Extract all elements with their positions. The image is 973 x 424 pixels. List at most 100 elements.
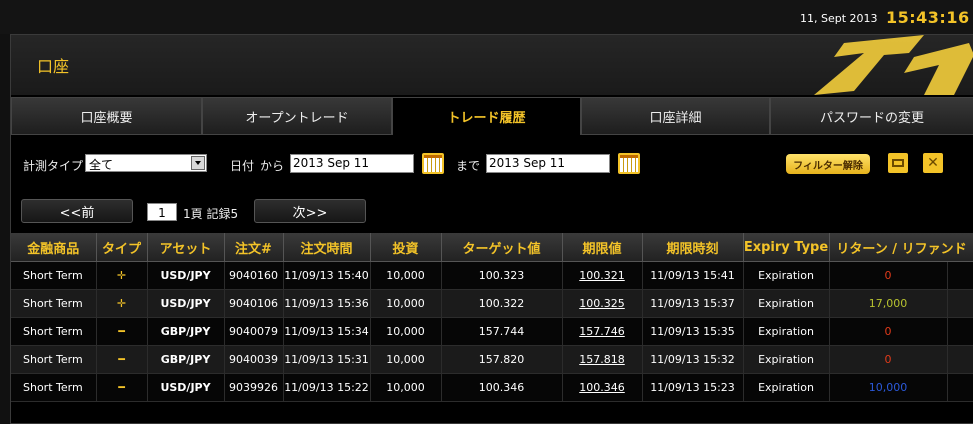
return-cell-text: 0 [884, 325, 892, 338]
panel-header: 口座 [11, 35, 973, 95]
order-number-cell-text: 9040106 [229, 297, 278, 310]
asset-cell-text: USD/JPY [160, 381, 211, 394]
expiry-value-cell[interactable]: 100.346 [562, 373, 643, 402]
type-select[interactable]: 全て [85, 154, 207, 172]
investment-cell-text: 10,000 [386, 325, 425, 338]
chevron-down-icon[interactable] [191, 156, 205, 170]
investment-cell-text: 10,000 [386, 353, 425, 366]
excel-export-icon[interactable]: ✕ [923, 153, 943, 173]
instrument-cell: Short Term [11, 373, 97, 402]
expiry-time-cell-text: 11/09/13 15:32 [650, 353, 735, 366]
asset-cell: USD/JPY [147, 261, 225, 290]
order-time-cell-text: 11/09/13 15:36 [284, 297, 369, 310]
target-value-cell-text: 157.820 [478, 353, 525, 366]
column-header[interactable]: 金融商品 [11, 233, 97, 262]
expiry-type-cell-text: Expiration [758, 353, 814, 366]
order-number-cell-text: 9040160 [229, 269, 278, 282]
expiry-value-cell[interactable]: 157.818 [562, 345, 643, 374]
asset-cell: GBP/JPY [147, 345, 225, 374]
calendar-icon[interactable] [618, 153, 640, 174]
tab-account-summary[interactable]: 口座概要 [11, 97, 202, 135]
asset-cell-text: GBP/JPY [160, 353, 211, 366]
from-date-input[interactable]: 2013 Sep 11 [290, 154, 414, 173]
column-header[interactable]: 投資 [370, 233, 442, 262]
to-date-input[interactable]: 2013 Sep 11 [486, 154, 610, 173]
type-icon-text: ✛ [116, 269, 127, 282]
type-icon: ━ [96, 345, 148, 374]
order-time-cell: 11/09/13 15:40 [283, 261, 371, 290]
target-value-cell: 157.820 [441, 345, 563, 374]
column-header[interactable]: リターン / リファンド [829, 233, 973, 262]
row-filler [947, 373, 973, 402]
order-number-cell: 9040106 [224, 289, 284, 318]
tab-label: 口座詳細 [649, 110, 702, 126]
column-header[interactable]: タイプ [96, 233, 148, 262]
prev-page-button[interactable]: <<前 [21, 199, 133, 223]
calendar-icon[interactable] [422, 153, 444, 174]
investment-cell: 10,000 [370, 261, 442, 290]
expiry-time-cell-text: 11/09/13 15:37 [650, 297, 735, 310]
print-icon[interactable] [888, 153, 908, 173]
table-header-row: 金融商品 タイプ アセット 注文# 注文時間 投資 ターゲット値 期限値 期限時… [11, 233, 973, 262]
column-header[interactable]: 期限値 [562, 233, 643, 262]
target-value-cell: 100.322 [441, 289, 563, 318]
tab-trade-history[interactable]: トレード履歴 [392, 97, 581, 135]
row-filler [947, 345, 973, 374]
type-icon-text: ━ [118, 325, 125, 338]
instrument-cell-text: Short Term [23, 353, 83, 366]
column-header[interactable]: 注文時間 [283, 233, 371, 262]
row-filler [947, 289, 973, 318]
instrument-cell-text: Short Term [23, 297, 83, 310]
type-icon: ✛ [96, 289, 148, 318]
row-filler [947, 261, 973, 290]
filter-bar: 計測タイプ 全て 日付 から 2013 Sep 11 まで 2013 Sep 1… [11, 139, 973, 189]
column-header[interactable]: ターゲット値 [441, 233, 563, 262]
order-number-cell: 9039926 [224, 373, 284, 402]
column-header[interactable]: アセット [147, 233, 225, 262]
page-number-input[interactable]: 1 [147, 203, 177, 221]
target-value-cell-text: 157.744 [478, 325, 525, 338]
return-cell: 10,000 [829, 373, 948, 402]
investment-cell-text: 10,000 [386, 381, 425, 394]
expiry-time-cell: 11/09/13 15:37 [642, 289, 744, 318]
current-time: 15:43:16 [886, 8, 970, 27]
next-page-button[interactable]: 次>> [254, 199, 366, 223]
tab-label: パスワードの変更 [819, 110, 924, 126]
tab-change-password[interactable]: パスワードの変更 [770, 97, 973, 135]
order-number-cell-text: 9040039 [229, 353, 278, 366]
expiry-value-cell[interactable]: 100.321 [562, 261, 643, 290]
expiry-value-cell-text: 157.818 [579, 353, 625, 366]
expiry-type-cell-text: Expiration [758, 297, 814, 310]
type-icon: ✛ [96, 261, 148, 290]
expiry-time-cell: 11/09/13 15:23 [642, 373, 744, 402]
order-number-cell: 9040039 [224, 345, 284, 374]
row-filler [947, 317, 973, 346]
expiry-type-cell-text: Expiration [758, 269, 814, 282]
expiry-type-cell: Expiration [743, 345, 830, 374]
page-title: 口座 [37, 57, 70, 76]
order-number-cell: 9040079 [224, 317, 284, 346]
expiry-time-cell-text: 11/09/13 15:41 [650, 269, 735, 282]
current-date: 11, Sept 2013 [800, 12, 878, 25]
asset-cell-text: GBP/JPY [160, 325, 211, 338]
instrument-cell-text: Short Term [23, 325, 83, 338]
expiry-time-cell: 11/09/13 15:32 [642, 345, 744, 374]
column-header[interactable]: 注文# [224, 233, 284, 262]
expiry-value-cell[interactable]: 157.746 [562, 317, 643, 346]
column-header[interactable]: 期限時刻 [642, 233, 744, 262]
clear-filter-button[interactable]: フィルター解除 [786, 154, 870, 174]
order-time-cell: 11/09/13 15:36 [283, 289, 371, 318]
column-header[interactable]: Expiry Type [743, 233, 830, 262]
order-time-cell-text: 11/09/13 15:40 [284, 269, 369, 282]
target-value-cell-text: 100.322 [478, 297, 525, 310]
tab-open-trades[interactable]: オープントレード [202, 97, 392, 135]
tab-account-details[interactable]: 口座詳細 [581, 97, 770, 135]
expiry-value-cell[interactable]: 100.325 [562, 289, 643, 318]
table-row: Short Term ━ USD/JPY 9039926 11/09/13 15:22 1… [11, 373, 973, 402]
order-time-cell-text: 11/09/13 15:22 [284, 381, 369, 394]
brand-logo-icon [774, 35, 973, 95]
type-icon: ━ [96, 373, 148, 402]
expiry-time-cell: 11/09/13 15:41 [642, 261, 744, 290]
return-cell: 0 [829, 261, 948, 290]
target-value-cell: 100.323 [441, 261, 563, 290]
